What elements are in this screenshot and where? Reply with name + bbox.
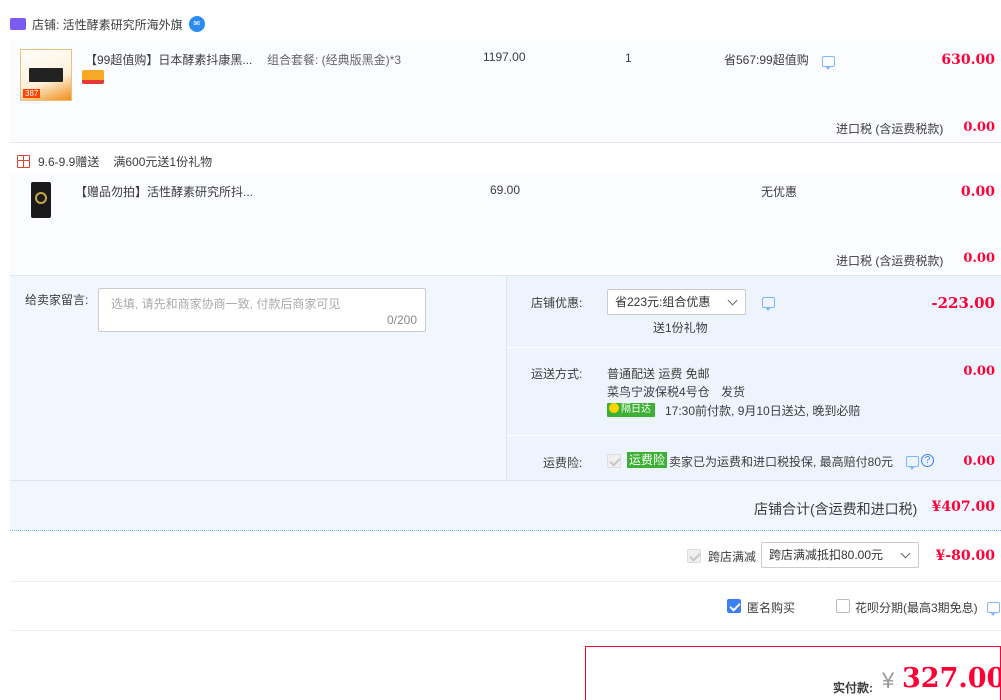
huabei-info-icon[interactable] <box>987 602 1000 616</box>
tax-value: 0.00 <box>963 251 995 266</box>
gift-promo: 9.6-9.9赠送 满600元送1份礼物 <box>17 152 212 170</box>
insurance-checkbox[interactable] <box>607 454 621 468</box>
gift-promo-date: 9.6-9.9赠送 <box>38 154 100 169</box>
shop-name[interactable]: 店铺: 活性酵素研究所海外旗 <box>32 16 183 33</box>
chevron-down-icon <box>727 295 738 306</box>
shop-header: 店铺: 活性酵素研究所海外旗 ✉ <box>10 14 205 34</box>
order-options-panel: 给卖家留言: 选填, 请先和商家协商一致, 付款后商家可见 0/200 店铺优惠… <box>10 275 1001 531</box>
message-label: 给卖家留言: <box>25 293 89 307</box>
gift-discount: 无优惠 <box>761 185 798 199</box>
product-box-icon <box>29 68 63 82</box>
item-total: 630.00 <box>941 52 995 68</box>
cross-shop-select[interactable]: 跨店满减抵扣80.00元 <box>761 542 919 568</box>
message-placeholder: 选填, 请先和商家协商一致, 付款后商家可见 <box>111 297 341 311</box>
item-price: 1197.00 <box>483 50 526 64</box>
help-icon[interactable]: ? <box>921 454 934 467</box>
payment-options-row: 匿名购买 花呗分期(最高3期免息) <box>10 583 1001 631</box>
tmall-global-icon <box>10 18 26 30</box>
insurance-tag: 运费险 <box>627 452 668 468</box>
item-discount: 省567:99超值购 <box>724 53 809 67</box>
pay-summary-box: 实付款: ¥ 327.00 <box>585 646 1001 700</box>
shop-total-label: 店铺合计(含运费和进口税) <box>754 501 918 517</box>
tax-row: 进口税 (含运费税款) 0.00 <box>10 113 1001 142</box>
shop-discount-label: 店铺优惠: <box>531 296 583 310</box>
gift-promo-rule: 满600元送1份礼物 <box>113 154 213 169</box>
insurance-chat-icon[interactable] <box>906 456 919 470</box>
cross-shop-label: 跨店满减 <box>708 550 757 564</box>
shop-discount-select[interactable]: 省223元:组合优惠 <box>607 289 746 315</box>
divider <box>507 435 1001 436</box>
thumb-tag: 387 <box>23 89 41 98</box>
right-options-column: 店铺优惠: 省223元:组合优惠 送1份礼物 -223.00 运送方式: 普通配… <box>506 276 1001 480</box>
shop-total-value: ¥407.00 <box>931 499 995 515</box>
insurance-label: 运费险: <box>543 456 583 470</box>
next-day-badge: 隔日达 <box>607 403 655 417</box>
item-title[interactable]: 【99超值购】日本酵素抖康黑... <box>85 51 252 68</box>
gift-total: 0.00 <box>960 184 995 200</box>
pay-value: 327.00 <box>902 663 1001 694</box>
shipping-line1: 普通配送 运费 免邮 <box>607 367 710 381</box>
insurance-value: 0.00 <box>963 454 995 469</box>
gift-item-block: 【赠品勿拍】活性酵素研究所抖... 69.00 无优惠 0.00 进口税 (含运… <box>10 172 1001 274</box>
gift-title[interactable]: 【赠品勿拍】活性酵素研究所抖... <box>75 183 253 200</box>
gift-icon <box>17 154 30 168</box>
chevron-down-icon <box>900 548 911 559</box>
insurance-text: 卖家已为运费和进口税投保, 最高赔付80元 <box>669 455 894 469</box>
tax-label: 进口税 (含运费税款) <box>836 122 944 136</box>
shop-discount-value: -223.00 <box>931 294 995 312</box>
product-thumbnail[interactable]: 387 <box>20 49 72 101</box>
anonymous-checkbox[interactable] <box>727 599 741 613</box>
chat-bubble-icon[interactable]: ✉ <box>188 16 205 32</box>
lightning-icon <box>609 403 619 413</box>
message-textarea[interactable]: 选填, 请先和商家协商一致, 付款后商家可见 0/200 <box>98 288 426 332</box>
card-icon <box>82 70 104 84</box>
shipping-value: 0.00 <box>963 364 995 379</box>
tax-value: 0.00 <box>963 120 995 135</box>
item-spec: 组合套餐: (经典版黑金)*3 <box>267 53 402 67</box>
tax-label: 进口税 (含运费税款) <box>836 254 944 268</box>
huabei-checkbox[interactable] <box>836 599 850 613</box>
anonymous-label[interactable]: 匿名购买 <box>747 599 795 616</box>
gift-thumbnail[interactable] <box>31 182 51 218</box>
shop-discount-note: 送1份礼物 <box>653 321 708 335</box>
message-counter: 0/200 <box>386 313 417 327</box>
huabei-label[interactable]: 花呗分期(最高3期免息) <box>855 599 978 616</box>
pay-label: 实付款: <box>833 681 873 695</box>
discount-info-icon[interactable] <box>822 56 835 70</box>
gift-price: 69.00 <box>490 183 521 197</box>
shipping-dispatch: 发货 <box>721 385 746 399</box>
discount-info-icon[interactable] <box>762 297 775 311</box>
shipping-label: 运送方式: <box>531 367 583 381</box>
shipping-eta: 17:30前付款, 9月10日送达, 晚到必赔 <box>665 404 861 418</box>
cross-shop-checkbox[interactable] <box>687 549 701 563</box>
cross-shop-row: 跨店满减 跨店满减抵扣80.00元 ¥-80.00 <box>10 532 1001 582</box>
shop-total-row: 店铺合计(含运费和进口税) ¥407.00 <box>10 480 1001 532</box>
divider <box>507 347 1001 348</box>
shipping-warehouse: 菜鸟宁波保税4号仓 <box>607 385 710 399</box>
pay-currency: ¥ <box>882 668 895 693</box>
item-quantity: 1 <box>625 51 632 65</box>
cross-shop-value: ¥-80.00 <box>935 548 995 564</box>
divider <box>10 142 1001 143</box>
